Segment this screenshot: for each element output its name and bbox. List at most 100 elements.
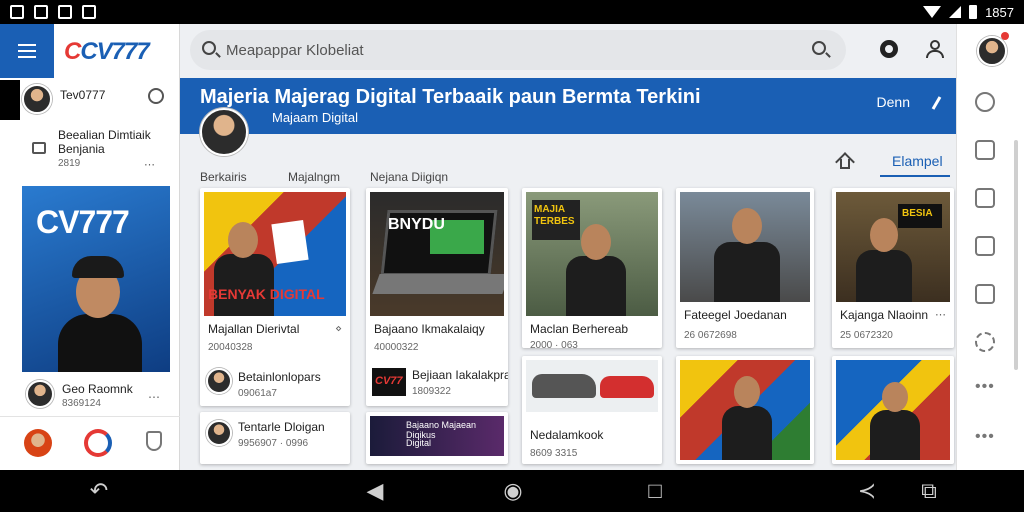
chat-icon[interactable] [975,140,995,160]
nav-back-icon[interactable]: ◀ [360,478,390,504]
notification-icon [34,5,48,19]
record-icon[interactable] [880,40,898,58]
profile-icon[interactable] [24,429,52,457]
sub-meta: 9956907 · 0996 [238,438,309,449]
card-title: Maclan Berhereab [530,322,629,336]
promo-banner[interactable]: CV777 [22,186,170,372]
video-card[interactable]: Fateegel Joedanan 26 0672698 [676,188,814,348]
card-thumbnail: BESIA [836,192,950,302]
search-submit-icon[interactable] [812,41,826,55]
grid-icon[interactable] [975,284,995,304]
status-time: 1857 [985,4,1014,20]
card-thumbnail [680,360,810,460]
search-input[interactable]: Meapappar Klobeliat [226,42,364,59]
status-bar: 1857 [0,0,1024,24]
hero-banner: Majeria Majerag Digital Terbaaik paun Be… [180,78,956,134]
notification-icon [10,5,24,19]
tab-berkairis[interactable]: Berkairis [200,170,247,184]
avatar[interactable] [977,36,1007,66]
collapse-icon[interactable]: ≺ [852,478,882,504]
thumb-text: BNYDU [388,216,445,233]
tab-majalngm[interactable]: Majalngm [288,170,340,184]
home-icon[interactable]: ◉ [498,478,528,504]
video-card[interactable]: Tentarle Dloigan 9956907 · 0996 [200,412,350,464]
card-thumbnail [526,360,658,412]
video-card[interactable] [676,356,814,464]
info-date: 2819 [58,158,81,169]
more-icon[interactable]: ⋯ [148,390,160,404]
screen-switch-icon[interactable]: ⧉ [914,478,944,504]
search-bar[interactable]: Meapappar Klobeliat [190,30,846,70]
search-icon [202,41,216,55]
logo-text: CV777 [80,38,149,65]
user-name: Tev0777 [60,88,106,102]
camera-icon[interactable] [975,236,995,256]
video-card[interactable]: BENYAK DIGITAL Majallan Dierivtal ⋄ 2004… [200,188,350,406]
card-thumbnail: MAJIA TERBES [526,192,658,316]
video-card[interactable]: BNYDU Bajaano Ikmakalaiqy 40000322 CV77 … [366,188,508,406]
demo-button[interactable]: Denn [877,94,910,110]
avatar [206,368,232,394]
video-card[interactable] [832,356,954,464]
calendar-icon [32,142,46,154]
document-icon[interactable] [975,188,995,208]
video-card[interactable]: MAJIA TERBES Maclan Berhereab 2000 · 063 [522,188,662,348]
wifi-icon [923,6,942,18]
search-icon[interactable] [975,92,995,112]
account-icon[interactable] [926,40,944,58]
card-meta: 2000 · 063 [530,340,578,348]
promo-title: CV777 [36,204,130,240]
sub-title: Bejiaan Iakalakpra [412,368,508,382]
app-logo[interactable]: CCV777 [64,38,150,66]
video-card[interactable]: Nedalamkook 8609 3315 [522,356,662,464]
more-icon[interactable]: ⋯ [935,308,946,321]
banner-title: Majeria Majerag Digital Terbaaik paun Be… [200,86,701,108]
sub-meta: 8609 3315 [530,448,578,459]
user-profile-row[interactable]: Tev0777 [0,80,180,122]
brand-logo-tile: CV77 [372,368,406,396]
avatar [22,84,52,114]
bottom-user-name: Geo Raomnk [62,382,133,396]
more-icon[interactable]: ••• [975,428,995,446]
sub-meta: Digital [406,438,432,448]
bottom-user-id: 8369124 [62,398,101,409]
sub-title: Tentarle Dloigan [238,420,325,434]
tab-nejana-diigiqn[interactable]: Nejana Diigiqn [370,170,448,184]
card-thumbnail [680,192,810,302]
brand-logo-text: CV77 [375,375,403,387]
battery-icon [969,5,978,19]
brand-icon[interactable] [84,429,112,457]
video-card[interactable]: BESIA Kajanga Nlaoinn ⋯ 25 0672320 [832,188,954,348]
active-tab-indicator [880,175,950,177]
tab-elampel[interactable]: Elampel [892,153,943,169]
edit-icon[interactable] [931,96,942,110]
card-title: Kajanga Nlaoinn [840,308,929,322]
more-icon[interactable]: ⋯ [144,158,155,171]
recents-icon[interactable]: □ [640,478,670,504]
bell-icon[interactable] [148,88,164,104]
home-icon[interactable] [835,151,855,172]
card-thumbnail [836,360,950,460]
sub-title: Nedalamkook [530,428,604,442]
back-icon[interactable]: ↶ [84,478,114,504]
sub-meta: 09061a7 [238,388,277,399]
notification-icon [82,5,96,19]
card-meta: 20040328 [208,342,253,353]
sub-title: Betainlonlopars [238,370,321,384]
menu-button[interactable] [0,24,54,78]
sub-title: Bajaano Majaean Diqikus [406,420,477,440]
channel-avatar[interactable] [200,108,248,156]
video-card[interactable]: Bajaano Majaean Diqikus Digital [366,412,508,464]
share-icon[interactable]: ⋄ [335,322,342,335]
sub-meta: 1809322 [412,386,451,397]
card-meta: 40000322 [374,342,419,353]
signal-icon [949,6,962,18]
sidebar-bottom-bar [0,416,180,470]
more-icon[interactable]: ••• [975,378,995,396]
user-icon[interactable] [146,431,162,451]
scrollbar[interactable] [1014,140,1018,370]
card-title: Fateegel Joedanan [684,308,787,322]
sidebar: CCV777 Tev0777 Beealian Dimtiaik Benjani… [0,24,180,470]
card-title: Bajaano Ikmakalaiqy [374,322,485,336]
gear-icon[interactable] [975,332,995,352]
